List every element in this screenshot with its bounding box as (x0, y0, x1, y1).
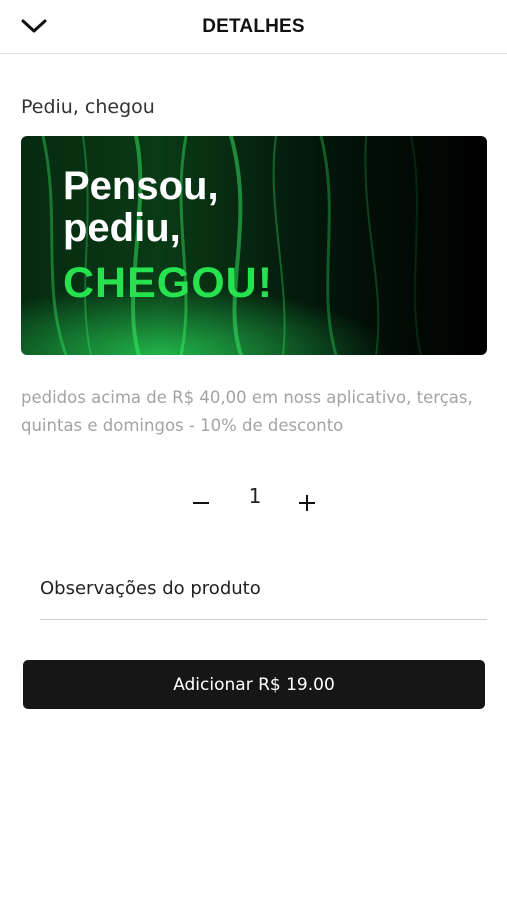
banner-line-2: pediu, (63, 206, 181, 250)
banner-slogan: Pensou, pediu, CHEGOU! (63, 166, 273, 305)
product-name: Pediu, chegou (21, 96, 155, 118)
header-bar: DETALHES (0, 0, 507, 54)
product-description: pedidos acima de R$ 40,00 em noss aplica… (21, 388, 473, 435)
quantity-value: 1 (248, 484, 262, 508)
minus-icon[interactable] (191, 493, 211, 517)
add-to-cart-button[interactable]: Adicionar R$ 19.00 (23, 660, 485, 709)
product-banner: Pensou, pediu, CHEGOU! (21, 136, 487, 355)
page-title: DETALHES (202, 16, 305, 37)
product-notes-field[interactable]: Observações do produto (40, 568, 487, 620)
quantity-decrease-button[interactable] (186, 490, 216, 520)
plus-icon[interactable] (297, 493, 317, 517)
quantity-increase-button[interactable] (292, 490, 322, 520)
banner-line-1: Pensou, (63, 164, 219, 208)
banner-line-3: CHEGOU! (63, 259, 274, 307)
